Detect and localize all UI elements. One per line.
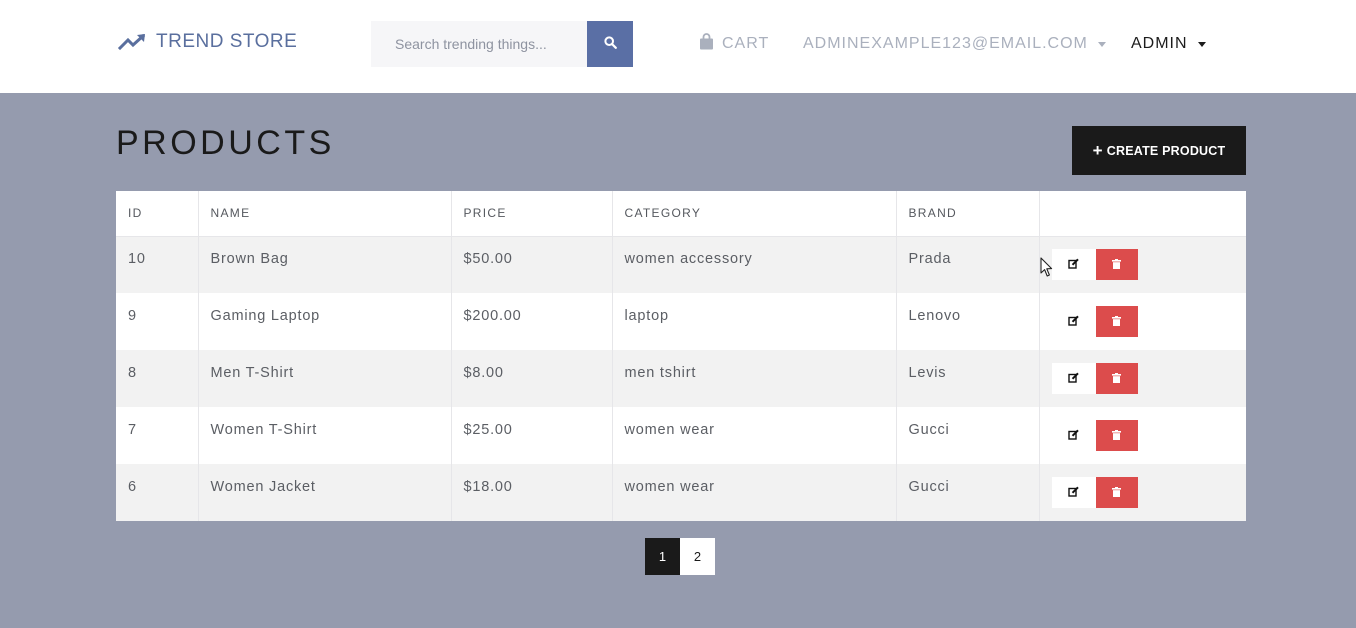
- cell-name: Men T-Shirt: [197, 350, 451, 407]
- navbar: TREND STORE CART ADMINEXAMPLE123@EMAIL.C…: [0, 0, 1356, 93]
- cell-brand: Prada: [895, 236, 1039, 293]
- cell-category: women accessory: [611, 236, 896, 293]
- pagination: 1 2: [645, 538, 715, 575]
- cell-category: men tshirt: [611, 350, 896, 407]
- header-brand: BRAND: [895, 191, 1039, 236]
- cell-actions: [1038, 407, 1246, 464]
- edit-icon: [1068, 257, 1079, 272]
- cell-actions: [1038, 350, 1246, 407]
- cell-id: 8: [128, 364, 137, 381]
- cell-name: Women T-Shirt: [197, 407, 451, 464]
- trash-icon: [1112, 428, 1121, 443]
- table-row: 10 Brown Bag $50.00 women accessory Prad…: [116, 236, 1246, 293]
- cart-label: CART: [722, 35, 770, 52]
- search-icon: [603, 36, 617, 52]
- cell-price: $50.00: [450, 236, 612, 293]
- user-email: ADMINEXAMPLE123@EMAIL.COM: [803, 35, 1088, 52]
- edit-icon: [1068, 371, 1079, 386]
- header-name: NAME: [197, 191, 451, 236]
- cell-brand: Levis: [895, 350, 1039, 407]
- search-form: [371, 21, 633, 67]
- trash-icon: [1112, 371, 1121, 386]
- cell-name: Brown Bag: [197, 236, 451, 293]
- edit-icon: [1068, 314, 1079, 329]
- header-price: PRICE: [450, 191, 612, 236]
- create-product-label: CREATE PRODUCT: [1106, 143, 1226, 158]
- cell-id: 10: [128, 250, 146, 267]
- delete-button[interactable]: [1095, 420, 1138, 451]
- delete-button[interactable]: [1095, 249, 1138, 281]
- delete-button[interactable]: [1095, 306, 1138, 337]
- cell-actions: [1038, 464, 1246, 521]
- shopping-bag-icon: [699, 33, 714, 55]
- plus-icon: +: [1092, 141, 1103, 160]
- page-2-button[interactable]: 2: [680, 538, 715, 575]
- delete-button[interactable]: [1095, 363, 1138, 394]
- edit-icon: [1068, 485, 1079, 500]
- table-row: 8 Men T-Shirt $8.00 men tshirt Levis: [116, 350, 1246, 407]
- caret-down-icon: [1197, 41, 1206, 47]
- brand-link[interactable]: TREND STORE: [118, 30, 297, 54]
- page-title: PRODUCTS: [116, 124, 335, 162]
- header-category: CATEGORY: [611, 191, 896, 236]
- header-actions: [1038, 191, 1246, 236]
- admin-label: ADMIN: [1131, 35, 1188, 52]
- cell-brand: Gucci: [895, 464, 1039, 521]
- edit-button[interactable]: [1051, 477, 1096, 508]
- table-row: 7 Women T-Shirt $25.00 women wear Gucci: [116, 407, 1246, 464]
- cart-link[interactable]: CART: [699, 33, 769, 55]
- edit-button[interactable]: [1051, 420, 1096, 451]
- products-table: ID NAME PRICE CATEGORY BRAND 10 Brown Ba…: [116, 191, 1246, 521]
- trash-icon: [1112, 485, 1121, 500]
- table-row: 9 Gaming Laptop $200.00 laptop Lenovo: [116, 293, 1246, 350]
- edit-button[interactable]: [1051, 306, 1096, 337]
- cell-price: $200.00: [450, 293, 612, 350]
- cell-actions: [1038, 236, 1246, 293]
- edit-icon: [1068, 428, 1079, 443]
- page-1-button[interactable]: 1: [645, 538, 680, 575]
- cell-price: $25.00: [450, 407, 612, 464]
- cell-brand: Lenovo: [895, 293, 1039, 350]
- edit-button[interactable]: [1051, 363, 1096, 394]
- cell-category: women wear: [611, 407, 896, 464]
- trash-icon: [1112, 314, 1121, 329]
- search-input[interactable]: [371, 21, 587, 67]
- trending-up-icon: [118, 33, 147, 51]
- caret-down-icon: [1097, 41, 1106, 47]
- mouse-cursor-icon: [1040, 257, 1054, 282]
- user-email-dropdown[interactable]: ADMINEXAMPLE123@EMAIL.COM: [803, 33, 1106, 55]
- edit-button[interactable]: [1051, 249, 1096, 281]
- cell-price: $18.00: [450, 464, 612, 521]
- cell-id: 9: [128, 307, 137, 324]
- brand-name: TREND STORE: [156, 31, 298, 52]
- header-id: ID: [128, 206, 143, 221]
- table-row: 6 Women Jacket $18.00 women wear Gucci: [116, 464, 1246, 521]
- admin-dropdown[interactable]: ADMIN: [1131, 33, 1206, 55]
- cell-id: 6: [128, 478, 137, 495]
- cell-actions: [1038, 293, 1246, 350]
- cell-brand: Gucci: [895, 407, 1039, 464]
- create-product-button[interactable]: + CREATE PRODUCT: [1072, 126, 1246, 175]
- cell-id: 7: [128, 421, 137, 438]
- table-header-row: ID NAME PRICE CATEGORY BRAND: [116, 191, 1246, 236]
- cell-category: laptop: [611, 293, 896, 350]
- cell-category: women wear: [611, 464, 896, 521]
- trash-icon: [1112, 257, 1121, 272]
- cell-price: $8.00: [450, 350, 612, 407]
- cell-name: Women Jacket: [197, 464, 451, 521]
- search-button[interactable]: [587, 21, 633, 67]
- cell-name: Gaming Laptop: [197, 293, 451, 350]
- delete-button[interactable]: [1095, 477, 1138, 508]
